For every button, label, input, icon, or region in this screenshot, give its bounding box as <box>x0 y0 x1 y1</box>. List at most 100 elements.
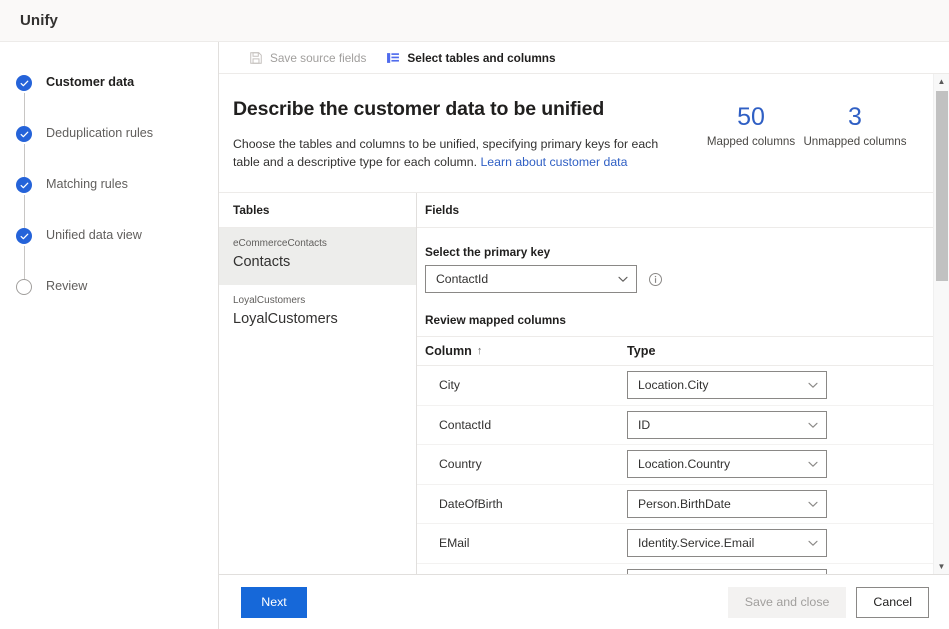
info-icon[interactable] <box>648 272 663 287</box>
primary-key-row: ContactId <box>425 265 933 293</box>
select-tables-and-columns-label: Select tables and columns <box>407 51 555 65</box>
wizard-step-review[interactable]: Review <box>0 278 218 329</box>
check-circle-icon <box>16 228 32 244</box>
row-type-value: Location.City <box>638 378 807 392</box>
check-circle-icon <box>16 126 32 142</box>
row-type-cell: ID <box>627 411 933 439</box>
wizard-step-customer-data[interactable]: Customer data <box>0 74 218 125</box>
chevron-down-icon <box>807 419 819 431</box>
empty-circle-icon <box>16 279 32 295</box>
chevron-down-icon <box>807 498 819 510</box>
row-type-dropdown[interactable]: Location.Country <box>627 450 827 478</box>
chevron-down-icon <box>807 458 819 470</box>
dialog-footer: Next Save and close Cancel <box>219 574 949 629</box>
save-and-close-button[interactable]: Save and close <box>728 587 847 618</box>
row-type-dropdown[interactable]: Identity.Service.Email <box>627 529 827 557</box>
save-source-fields-label: Save source fields <box>270 51 366 65</box>
table-row: ContactId ID <box>417 406 933 446</box>
row-type-dropdown[interactable] <box>627 569 827 574</box>
cancel-button[interactable]: Cancel <box>856 587 929 618</box>
row-type-cell: Location.City <box>627 371 933 399</box>
app-header: Unify <box>0 0 949 42</box>
row-column-name: DateOfBirth <box>417 497 627 511</box>
columns-grid-header: Column ↑ Type <box>417 336 933 366</box>
step-marker <box>16 126 32 142</box>
table-row: Country Location.Country <box>417 445 933 485</box>
list-columns-icon <box>386 51 400 65</box>
save-source-fields-button[interactable]: Save source fields <box>241 43 374 73</box>
vertical-scrollbar[interactable]: ▲ ▼ <box>933 74 949 574</box>
table-row-partial <box>417 564 933 574</box>
grid-header-column[interactable]: Column ↑ <box>417 344 627 358</box>
row-type-dropdown[interactable]: Location.City <box>627 371 827 399</box>
primary-key-value: ContactId <box>436 272 617 286</box>
wizard-step-deduplication-rules[interactable]: Deduplication rules <box>0 125 218 176</box>
table-item-name: Contacts <box>233 252 402 273</box>
row-type-dropdown[interactable]: ID <box>627 411 827 439</box>
step-connector-line <box>24 246 25 279</box>
primary-key-label: Select the primary key <box>425 245 933 259</box>
table-item-source: LoyalCustomers <box>233 294 402 308</box>
table-list-item-contacts[interactable]: eCommerceContacts Contacts <box>219 228 416 285</box>
check-icon <box>20 79 29 88</box>
content-header-text: Describe the customer data to be unified… <box>233 96 699 171</box>
stat-label: Mapped columns <box>699 135 803 148</box>
scroll-up-arrow-icon[interactable]: ▲ <box>934 74 949 89</box>
row-type-value: ID <box>638 418 807 432</box>
row-column-name: EMail <box>417 536 627 550</box>
scrollbar-thumb[interactable] <box>936 91 948 281</box>
scrollbar-track[interactable] <box>936 89 948 559</box>
check-icon <box>20 130 29 139</box>
step-connector-line <box>24 144 25 177</box>
learn-about-customer-data-link[interactable]: Learn about customer data <box>480 155 627 169</box>
main-region: Save source fields Select tables and col… <box>219 42 949 629</box>
chevron-down-icon <box>807 537 819 549</box>
wizard-step-unified-data-view[interactable]: Unified data view <box>0 227 218 278</box>
row-type-value: Location.Country <box>638 457 807 471</box>
table-row: EMail Identity.Service.Email <box>417 524 933 564</box>
tables-panel-header: Tables <box>219 193 416 228</box>
scroll-region: Describe the customer data to be unified… <box>219 74 949 574</box>
step-marker <box>16 279 32 295</box>
fields-panel-header: Fields <box>417 193 933 228</box>
row-column-name: Country <box>417 457 627 471</box>
next-button[interactable]: Next <box>241 587 307 618</box>
page-title: Describe the customer data to be unified <box>233 96 699 122</box>
row-type-dropdown[interactable]: Person.BirthDate <box>627 490 827 518</box>
table-row: City Location.City <box>417 366 933 406</box>
step-marker <box>16 75 32 91</box>
save-icon <box>249 51 263 65</box>
table-list-item-loyalcustomers[interactable]: LoyalCustomers LoyalCustomers <box>219 285 416 342</box>
step-marker <box>16 177 32 193</box>
command-bar: Save source fields Select tables and col… <box>219 42 949 74</box>
table-item-source: eCommerceContacts <box>233 237 402 251</box>
row-column-name: City <box>417 378 627 392</box>
check-circle-icon <box>16 75 32 91</box>
stat-unmapped-columns: 3 Unmapped columns <box>803 102 907 148</box>
wizard-step-label: Matching rules <box>46 176 128 193</box>
row-type-cell: Identity.Service.Email <box>627 529 933 557</box>
wizard-step-label: Unified data view <box>46 227 142 244</box>
check-icon <box>20 232 29 241</box>
wizard-step-label: Review <box>46 278 87 295</box>
sort-ascending-icon: ↑ <box>477 346 483 357</box>
content-header: Describe the customer data to be unified… <box>219 74 933 171</box>
grid-header-type: Type <box>627 344 933 358</box>
tables-and-fields-split: Tables eCommerceContacts Contacts LoyalC… <box>219 192 933 574</box>
step-marker <box>16 228 32 244</box>
table-item-name: LoyalCustomers <box>233 309 402 330</box>
app-title: Unify <box>20 12 58 29</box>
primary-key-block: Select the primary key ContactId <box>417 228 933 313</box>
primary-key-dropdown[interactable]: ContactId <box>425 265 637 293</box>
wizard-step-label: Customer data <box>46 74 134 91</box>
wizard-step-matching-rules[interactable]: Matching rules <box>0 176 218 227</box>
chevron-down-icon <box>807 379 819 391</box>
select-tables-and-columns-button[interactable]: Select tables and columns <box>378 43 563 73</box>
tables-panel: Tables eCommerceContacts Contacts LoyalC… <box>219 193 417 574</box>
step-connector-line <box>24 93 25 126</box>
page-description: Choose the tables and columns to be unif… <box>233 135 688 171</box>
scroll-down-arrow-icon[interactable]: ▼ <box>934 559 949 574</box>
row-type-cell: Location.Country <box>627 450 933 478</box>
check-icon <box>20 181 29 190</box>
row-type-cell <box>627 569 933 574</box>
